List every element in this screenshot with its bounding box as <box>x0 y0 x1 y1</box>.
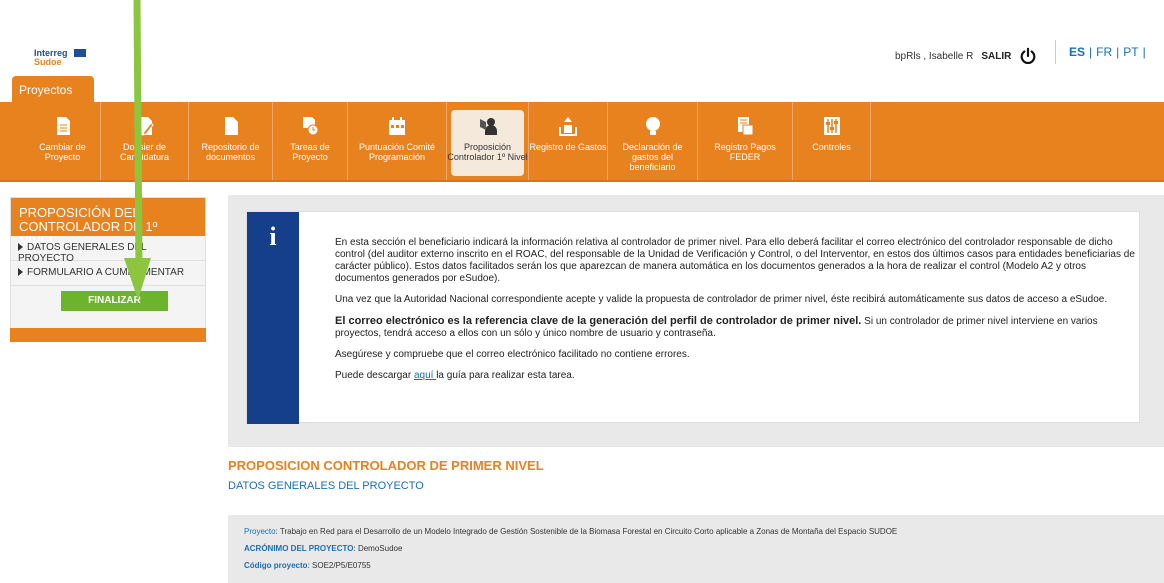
acronym-value: : DemoSudoe <box>353 544 403 553</box>
document-icon <box>56 117 70 135</box>
menu-label: Puntuación Comité Programación <box>358 142 436 162</box>
lang-es[interactable]: ES <box>1069 45 1085 59</box>
sliders-icon <box>823 117 840 135</box>
interreg-sudoe-logo[interactable]: Interreg Sudoe <box>34 49 94 67</box>
menu-label: Repositorio de documentos <box>201 142 260 162</box>
payments-icon <box>738 117 754 136</box>
calendar-icon <box>389 117 405 135</box>
info-text: En esta sección el beneficiario indicará… <box>335 237 1135 391</box>
info-paragraph: Puede descargar aquí la guía para realiz… <box>335 370 1135 382</box>
tab-proyectos[interactable]: Proyectos <box>12 76 94 103</box>
project-value: : Trabajo en Red para el Desarrollo de u… <box>275 527 898 536</box>
language-switcher: ES | FR | PT | <box>1069 45 1146 59</box>
menu-label: Tareas de Proyecto <box>290 142 330 162</box>
sidebar-footer <box>10 328 206 342</box>
lang-separator: | <box>1142 45 1146 59</box>
download-text-pre: Puede descargar <box>335 370 414 381</box>
lang-separator: | <box>1089 45 1093 59</box>
menu-tareas-proyecto[interactable]: Tareas de Proyecto <box>273 102 348 180</box>
caret-right-icon <box>18 243 23 252</box>
sidebar-title: PROPOSICIÓN DEL CONTROLADOR DE 1º NIVEL <box>11 198 205 248</box>
menu-label: Proposición Controlador 1º Nivel <box>447 142 528 162</box>
code-value: : SOE2/P5/E0755 <box>307 561 371 570</box>
controller-icon <box>479 118 497 135</box>
menu-proposicion-controlador[interactable]: Proposición Controlador 1º Nivel <box>447 102 529 180</box>
info-icon: i <box>247 212 299 424</box>
info-key-statement: El correo electrónico es la referencia c… <box>335 315 862 327</box>
section-subtitle: DATOS GENERALES DEL PROYECTO <box>228 480 424 492</box>
project-label: Proyecto <box>244 527 276 536</box>
sidebar-item-formulario[interactable]: FORMULARIO A CUMPLIMENTAR <box>11 261 205 286</box>
menu-puntuacion-comite[interactable]: Puntuación Comité Programación <box>348 102 447 180</box>
menu-label: Cambiar de Proyecto <box>39 142 86 162</box>
bulb-icon <box>645 117 660 135</box>
eu-flag-icon <box>74 49 86 57</box>
info-box: i En esta sección el beneficiario indica… <box>246 211 1140 424</box>
download-guide-link[interactable]: aquí <box>414 370 436 381</box>
sidebar: PROPOSICIÓN DEL CONTROLADOR DE 1º NIVEL … <box>10 197 206 342</box>
menu-label: Declaración de gastos del beneficiario <box>622 142 683 172</box>
section-title: PROPOSICION CONTROLADOR DE PRIMER NIVEL <box>228 458 544 473</box>
menu-label: Registro de Gastos <box>529 142 607 152</box>
info-paragraph: Una vez que la Autoridad Nacional corres… <box>335 294 1108 305</box>
menu-cambiar-proyecto[interactable]: Cambiar de Proyecto <box>25 102 101 180</box>
logout-link[interactable]: SALIR <box>981 51 1011 62</box>
project-acronym-row: ACRÓNIMO DEL PROYECTO: DemoSudoe <box>244 544 1164 561</box>
logo-line-2: Sudoe <box>34 57 62 67</box>
caret-right-icon <box>18 268 23 277</box>
menu-repositorio-documentos[interactable]: Repositorio de documentos <box>189 102 273 180</box>
info-panel: i En esta sección el beneficiario indica… <box>228 195 1164 447</box>
upload-icon <box>559 117 577 136</box>
power-icon[interactable] <box>1019 47 1037 65</box>
project-data-panel: Proyecto: Trabajo en Red para el Desarro… <box>228 515 1164 583</box>
info-paragraph: En esta sección el beneficiario indicará… <box>335 237 1135 284</box>
menu-declaracion-gastos[interactable]: Declaración de gastos del beneficiario <box>608 102 698 180</box>
menu-label: Controles <box>812 142 851 152</box>
info-paragraph: El correo electrónico es la referencia c… <box>335 315 1135 340</box>
menu-label: Registro Pagos FEDER <box>714 142 776 162</box>
user-area: bpRls , Isabelle R SALIR <box>895 47 1037 65</box>
lang-pt[interactable]: PT <box>1123 45 1138 59</box>
file-icon <box>224 117 238 135</box>
code-label: Código proyecto <box>244 561 308 570</box>
download-text-post: la guía para realizar esta tarea. <box>436 370 575 381</box>
project-name-row: Proyecto: Trabajo en Red para el Desarro… <box>244 527 1164 544</box>
sidebar-item-label: FORMULARIO A CUMPLIMENTAR <box>27 267 185 278</box>
tasks-clock-icon <box>303 117 319 136</box>
info-paragraph: Asegúrese y compruebe que el correo elec… <box>335 349 690 360</box>
lang-separator: | <box>1116 45 1120 59</box>
lang-fr[interactable]: FR <box>1096 45 1112 59</box>
project-code-row: Código proyecto: SOE2/P5/E0755 <box>244 561 1164 578</box>
main-toolbar: Cambiar de Proyecto Dossier de Candidatu… <box>0 102 1164 182</box>
annotation-arrow-icon <box>124 0 151 300</box>
header-divider <box>1055 40 1056 64</box>
menu-controles[interactable]: Controles <box>793 102 871 180</box>
user-name: bpRls , Isabelle R <box>895 50 974 62</box>
menu-registro-gastos[interactable]: Registro de Gastos <box>529 102 608 180</box>
acronym-label: ACRÓNIMO DEL PROYECTO <box>244 544 354 553</box>
menu-registro-pagos-feder[interactable]: Registro Pagos FEDER <box>698 102 793 180</box>
